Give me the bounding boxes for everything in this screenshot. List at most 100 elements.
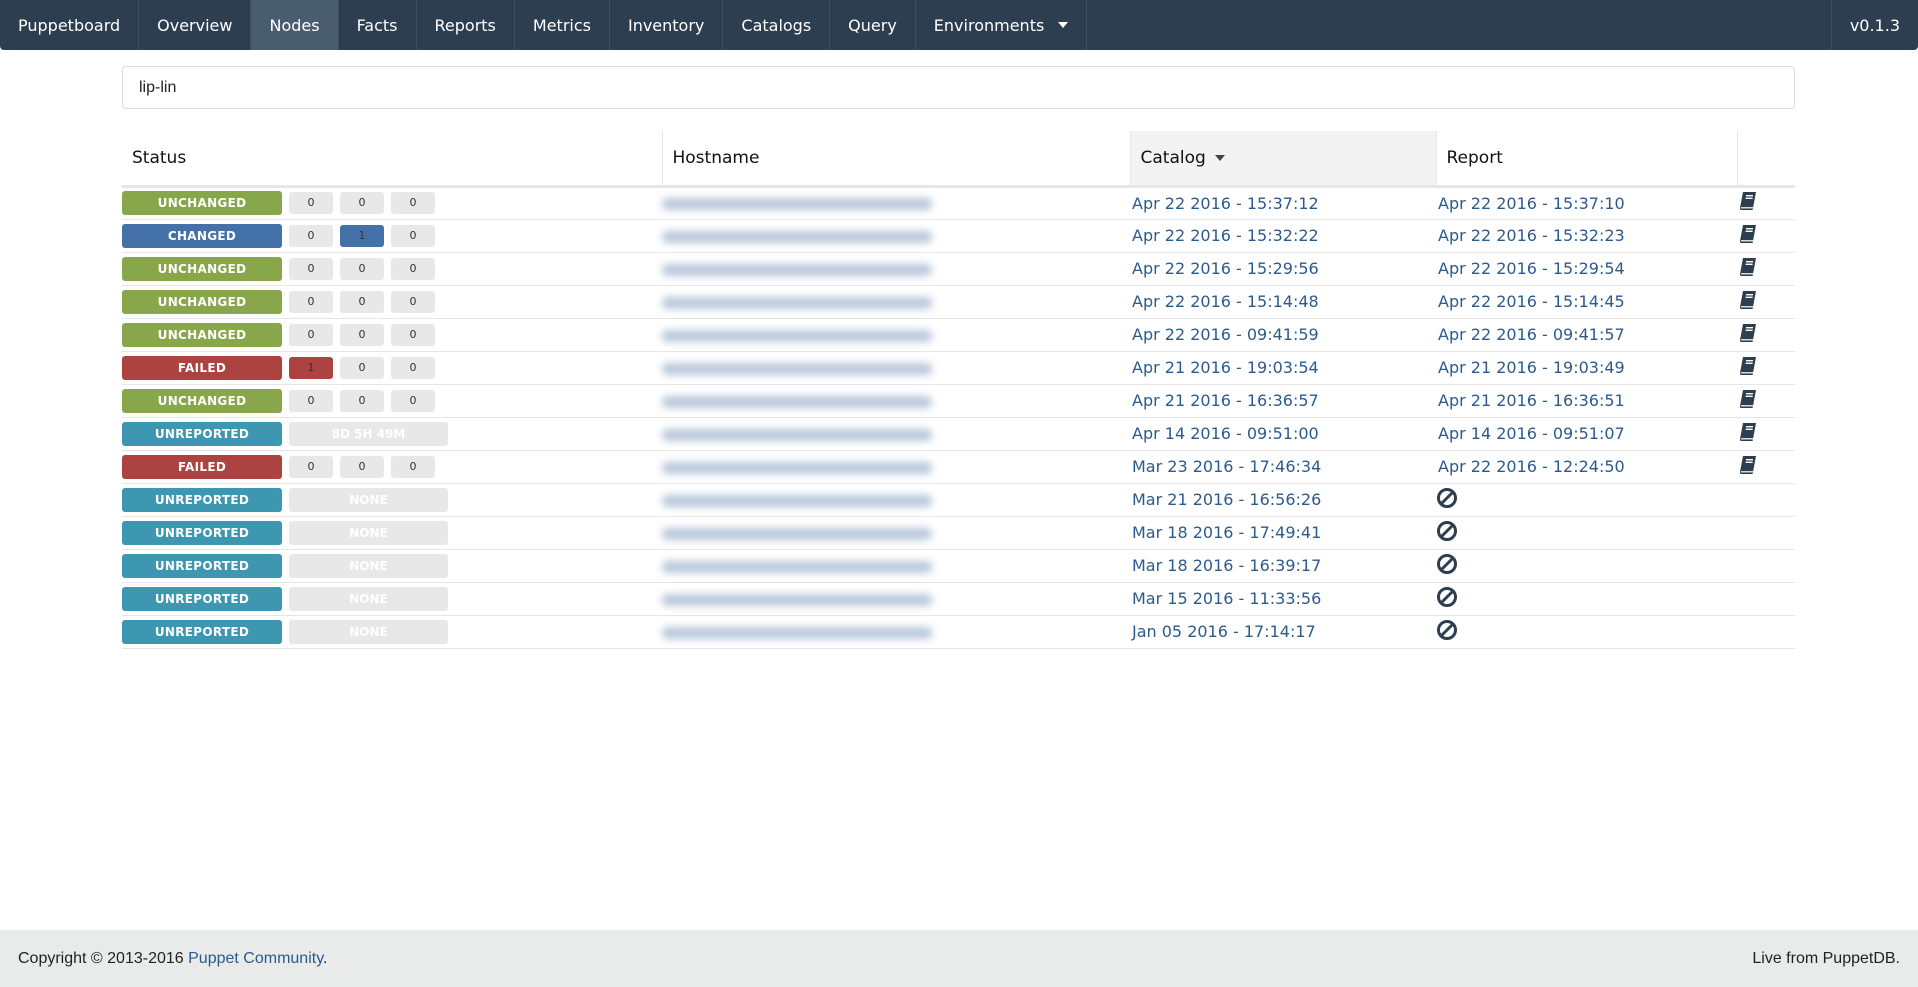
book-icon[interactable]: [1737, 256, 1759, 282]
status-badge[interactable]: UNCHANGED: [122, 289, 282, 314]
book-icon[interactable]: [1737, 355, 1759, 381]
failed-count[interactable]: 0: [289, 323, 333, 346]
report-link[interactable]: Apr 21 2016 - 19:03:49: [1436, 351, 1737, 385]
header-hostname[interactable]: Hostname: [661, 131, 1130, 188]
brand-link[interactable]: Puppetboard: [0, 0, 140, 50]
changed-count[interactable]: 0: [340, 455, 384, 478]
status-badge[interactable]: UNCHANGED: [122, 322, 282, 347]
book-icon[interactable]: [1737, 190, 1759, 216]
hostname-cell[interactable]: [662, 351, 1130, 385]
hostname-cell[interactable]: [662, 615, 1130, 649]
nav-overview[interactable]: Overview: [139, 0, 252, 50]
noop-count[interactable]: 0: [391, 290, 435, 313]
book-icon[interactable]: [1737, 421, 1759, 447]
changed-count[interactable]: 0: [340, 290, 384, 313]
noop-count[interactable]: 0: [391, 455, 435, 478]
hostname-cell[interactable]: [662, 549, 1130, 583]
failed-count[interactable]: 0: [289, 257, 333, 280]
changed-count[interactable]: 0: [340, 389, 384, 412]
failed-count[interactable]: 0: [289, 192, 333, 214]
header-report[interactable]: Report: [1435, 131, 1737, 188]
status-badge[interactable]: CHANGED: [122, 223, 282, 248]
hostname-blurred[interactable]: [662, 329, 932, 342]
hostname-blurred[interactable]: [662, 428, 932, 441]
status-badge[interactable]: FAILED: [122, 454, 282, 479]
hostname-cell[interactable]: [662, 285, 1130, 319]
noop-count[interactable]: 0: [391, 192, 435, 214]
hostname-blurred[interactable]: [662, 527, 932, 540]
hostname-blurred[interactable]: [662, 461, 932, 474]
status-badge[interactable]: UNREPORTED: [122, 553, 282, 578]
catalog-link[interactable]: Apr 14 2016 - 09:51:00: [1130, 417, 1436, 451]
noop-count[interactable]: 0: [391, 224, 435, 247]
book-icon[interactable]: [1737, 388, 1759, 414]
status-badge[interactable]: FAILED: [122, 355, 282, 380]
catalog-link[interactable]: Apr 22 2016 - 15:14:48: [1130, 285, 1436, 319]
puppet-community-link[interactable]: Puppet Community: [188, 950, 323, 967]
hostname-blurred[interactable]: [662, 230, 932, 243]
nav-nodes[interactable]: Nodes: [251, 0, 339, 50]
hostname-blurred[interactable]: [662, 198, 932, 210]
hostname-blurred[interactable]: [662, 362, 932, 375]
catalog-link[interactable]: Mar 21 2016 - 16:56:26: [1130, 483, 1436, 517]
nav-metrics[interactable]: Metrics: [515, 0, 610, 50]
catalog-link[interactable]: Apr 22 2016 - 15:37:12: [1130, 186, 1436, 220]
hostname-cell[interactable]: [662, 186, 1130, 220]
status-badge[interactable]: UNCHANGED: [122, 256, 282, 281]
catalog-link[interactable]: Mar 18 2016 - 16:39:17: [1130, 549, 1436, 583]
report-link[interactable]: Apr 22 2016 - 09:41:57: [1436, 318, 1737, 352]
status-badge[interactable]: UNREPORTED: [122, 520, 282, 545]
nav-facts[interactable]: Facts: [339, 0, 417, 50]
noop-count[interactable]: 0: [391, 389, 435, 412]
report-link[interactable]: Apr 21 2016 - 16:36:51: [1436, 384, 1737, 418]
catalog-link[interactable]: Apr 22 2016 - 15:29:56: [1130, 252, 1436, 286]
hostname-cell[interactable]: [662, 384, 1130, 418]
status-badge[interactable]: UNREPORTED: [122, 487, 282, 512]
book-icon[interactable]: [1737, 322, 1759, 348]
failed-count[interactable]: 0: [289, 389, 333, 412]
catalog-link[interactable]: Apr 21 2016 - 19:03:54: [1130, 351, 1436, 385]
noop-count[interactable]: 0: [391, 257, 435, 280]
hostname-blurred[interactable]: [662, 296, 932, 309]
status-badge[interactable]: UNREPORTED: [122, 586, 282, 611]
hostname-blurred[interactable]: [662, 494, 932, 507]
report-link[interactable]: Apr 22 2016 - 15:29:54: [1436, 252, 1737, 286]
failed-count[interactable]: 1: [289, 356, 333, 379]
changed-count[interactable]: 1: [340, 224, 384, 247]
hostname-cell[interactable]: [662, 516, 1130, 550]
changed-count[interactable]: 0: [340, 257, 384, 280]
hostname-cell[interactable]: [662, 450, 1130, 484]
nav-inventory[interactable]: Inventory: [610, 0, 724, 50]
hostname-blurred[interactable]: [662, 263, 932, 276]
search-input[interactable]: [122, 66, 1795, 109]
hostname-cell[interactable]: [662, 483, 1130, 517]
catalog-link[interactable]: Apr 22 2016 - 15:32:22: [1130, 219, 1436, 253]
nav-reports[interactable]: Reports: [417, 0, 515, 50]
hostname-cell[interactable]: [662, 582, 1130, 616]
report-link[interactable]: Apr 22 2016 - 15:37:10: [1436, 186, 1737, 220]
failed-count[interactable]: 0: [289, 224, 333, 247]
catalog-link[interactable]: Mar 18 2016 - 17:49:41: [1130, 516, 1436, 550]
hostname-blurred[interactable]: [662, 626, 932, 639]
catalog-link[interactable]: Apr 22 2016 - 09:41:59: [1130, 318, 1436, 352]
hostname-cell[interactable]: [662, 252, 1130, 286]
book-icon[interactable]: [1737, 223, 1759, 249]
failed-count[interactable]: 0: [289, 455, 333, 478]
failed-count[interactable]: 0: [289, 290, 333, 313]
nav-query[interactable]: Query: [830, 0, 916, 50]
catalog-link[interactable]: Mar 15 2016 - 11:33:56: [1130, 582, 1436, 616]
hostname-cell[interactable]: [662, 219, 1130, 253]
catalog-link[interactable]: Apr 21 2016 - 16:36:57: [1130, 384, 1436, 418]
noop-count[interactable]: 0: [391, 323, 435, 346]
report-link[interactable]: Apr 22 2016 - 15:32:23: [1436, 219, 1737, 253]
status-badge[interactable]: UNCHANGED: [122, 388, 282, 413]
noop-count[interactable]: 0: [391, 356, 435, 379]
hostname-cell[interactable]: [662, 417, 1130, 451]
changed-count[interactable]: 0: [340, 323, 384, 346]
status-badge[interactable]: UNCHANGED: [122, 191, 282, 215]
changed-count[interactable]: 0: [340, 192, 384, 214]
book-icon[interactable]: [1737, 289, 1759, 315]
changed-count[interactable]: 0: [340, 356, 384, 379]
book-icon[interactable]: [1737, 454, 1759, 480]
nav-catalogs[interactable]: Catalogs: [723, 0, 831, 50]
